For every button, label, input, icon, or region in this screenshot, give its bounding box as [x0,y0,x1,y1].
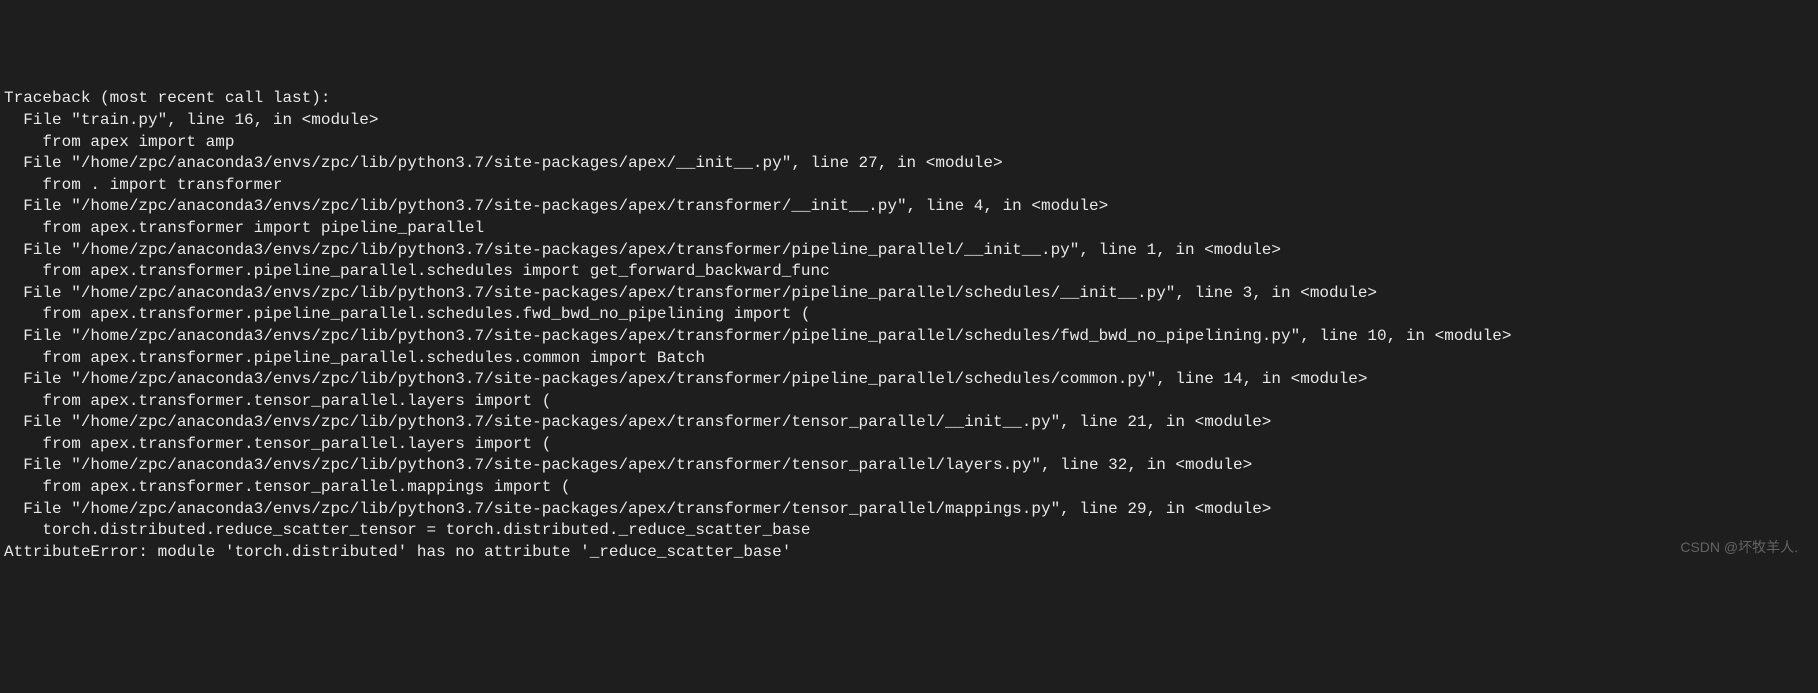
terminal-line: from apex.transformer.pipeline_parallel.… [4,348,1814,370]
terminal-line: Traceback (most recent call last): [4,88,1814,110]
terminal-line: from apex.transformer.tensor_parallel.ma… [4,477,1814,499]
terminal-line: File "/home/zpc/anaconda3/envs/zpc/lib/p… [4,412,1814,434]
terminal-line: from . import transformer [4,175,1814,197]
terminal-line: from apex.transformer import pipeline_pa… [4,218,1814,240]
terminal-line: from apex.transformer.tensor_parallel.la… [4,391,1814,413]
terminal-line: File "/home/zpc/anaconda3/envs/zpc/lib/p… [4,240,1814,262]
terminal-line: torch.distributed.reduce_scatter_tensor … [4,520,1814,542]
terminal-line: AttributeError: module 'torch.distribute… [4,542,1814,564]
terminal-line: File "/home/zpc/anaconda3/envs/zpc/lib/p… [4,455,1814,477]
terminal-line: from apex.transformer.tensor_parallel.la… [4,434,1814,456]
terminal-line: File "train.py", line 16, in <module> [4,110,1814,132]
terminal-line: File "/home/zpc/anaconda3/envs/zpc/lib/p… [4,283,1814,305]
terminal-line: File "/home/zpc/anaconda3/envs/zpc/lib/p… [4,499,1814,521]
terminal-line: File "/home/zpc/anaconda3/envs/zpc/lib/p… [4,153,1814,175]
terminal-line: File "/home/zpc/anaconda3/envs/zpc/lib/p… [4,326,1814,348]
terminal-line: File "/home/zpc/anaconda3/envs/zpc/lib/p… [4,196,1814,218]
terminal-line: from apex.transformer.pipeline_parallel.… [4,261,1814,283]
terminal-line: from apex.transformer.pipeline_parallel.… [4,304,1814,326]
terminal-output: Traceback (most recent call last): File … [4,88,1814,563]
watermark: CSDN @坏牧羊人. [1680,538,1798,557]
terminal-line: from apex import amp [4,132,1814,154]
terminal-line: File "/home/zpc/anaconda3/envs/zpc/lib/p… [4,369,1814,391]
